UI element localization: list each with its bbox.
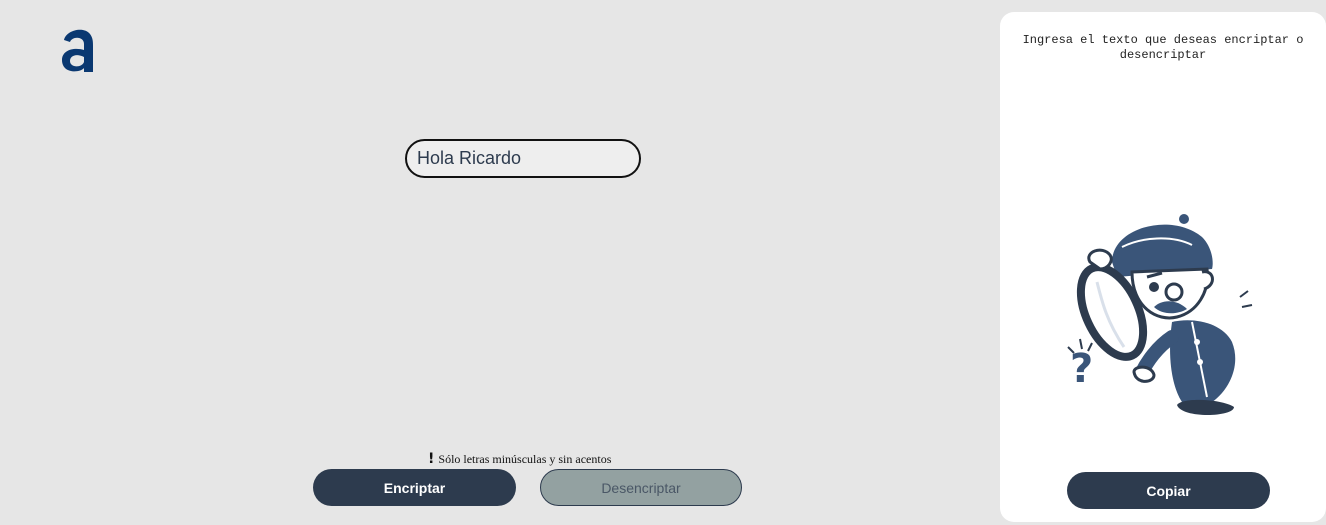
encrypt-button[interactable]: Encriptar [313, 469, 516, 506]
exclamation-icon: ! [428, 451, 435, 467]
output-message: Ingresa el texto que deseas encriptar o … [1022, 33, 1304, 62]
alura-logo-icon [62, 29, 93, 73]
decrypt-button[interactable]: Desencriptar [540, 469, 742, 506]
encrypt-button-label: Encriptar [383, 479, 446, 496]
decrypt-button-label: Desencriptar [601, 479, 681, 496]
copy-button[interactable]: Copiar [1067, 472, 1270, 509]
copy-button-label: Copiar [1146, 482, 1191, 499]
text-input[interactable] [405, 139, 641, 178]
hint-message: ! Sólo letras minúsculas y sin acentos [428, 451, 611, 467]
hint-text: Sólo letras minúsculas y sin acentos [438, 451, 612, 466]
output-panel: Ingresa el texto que deseas encriptar o … [1000, 12, 1326, 522]
detective-magnifying-glass-illustration: ? [1067, 214, 1253, 415]
